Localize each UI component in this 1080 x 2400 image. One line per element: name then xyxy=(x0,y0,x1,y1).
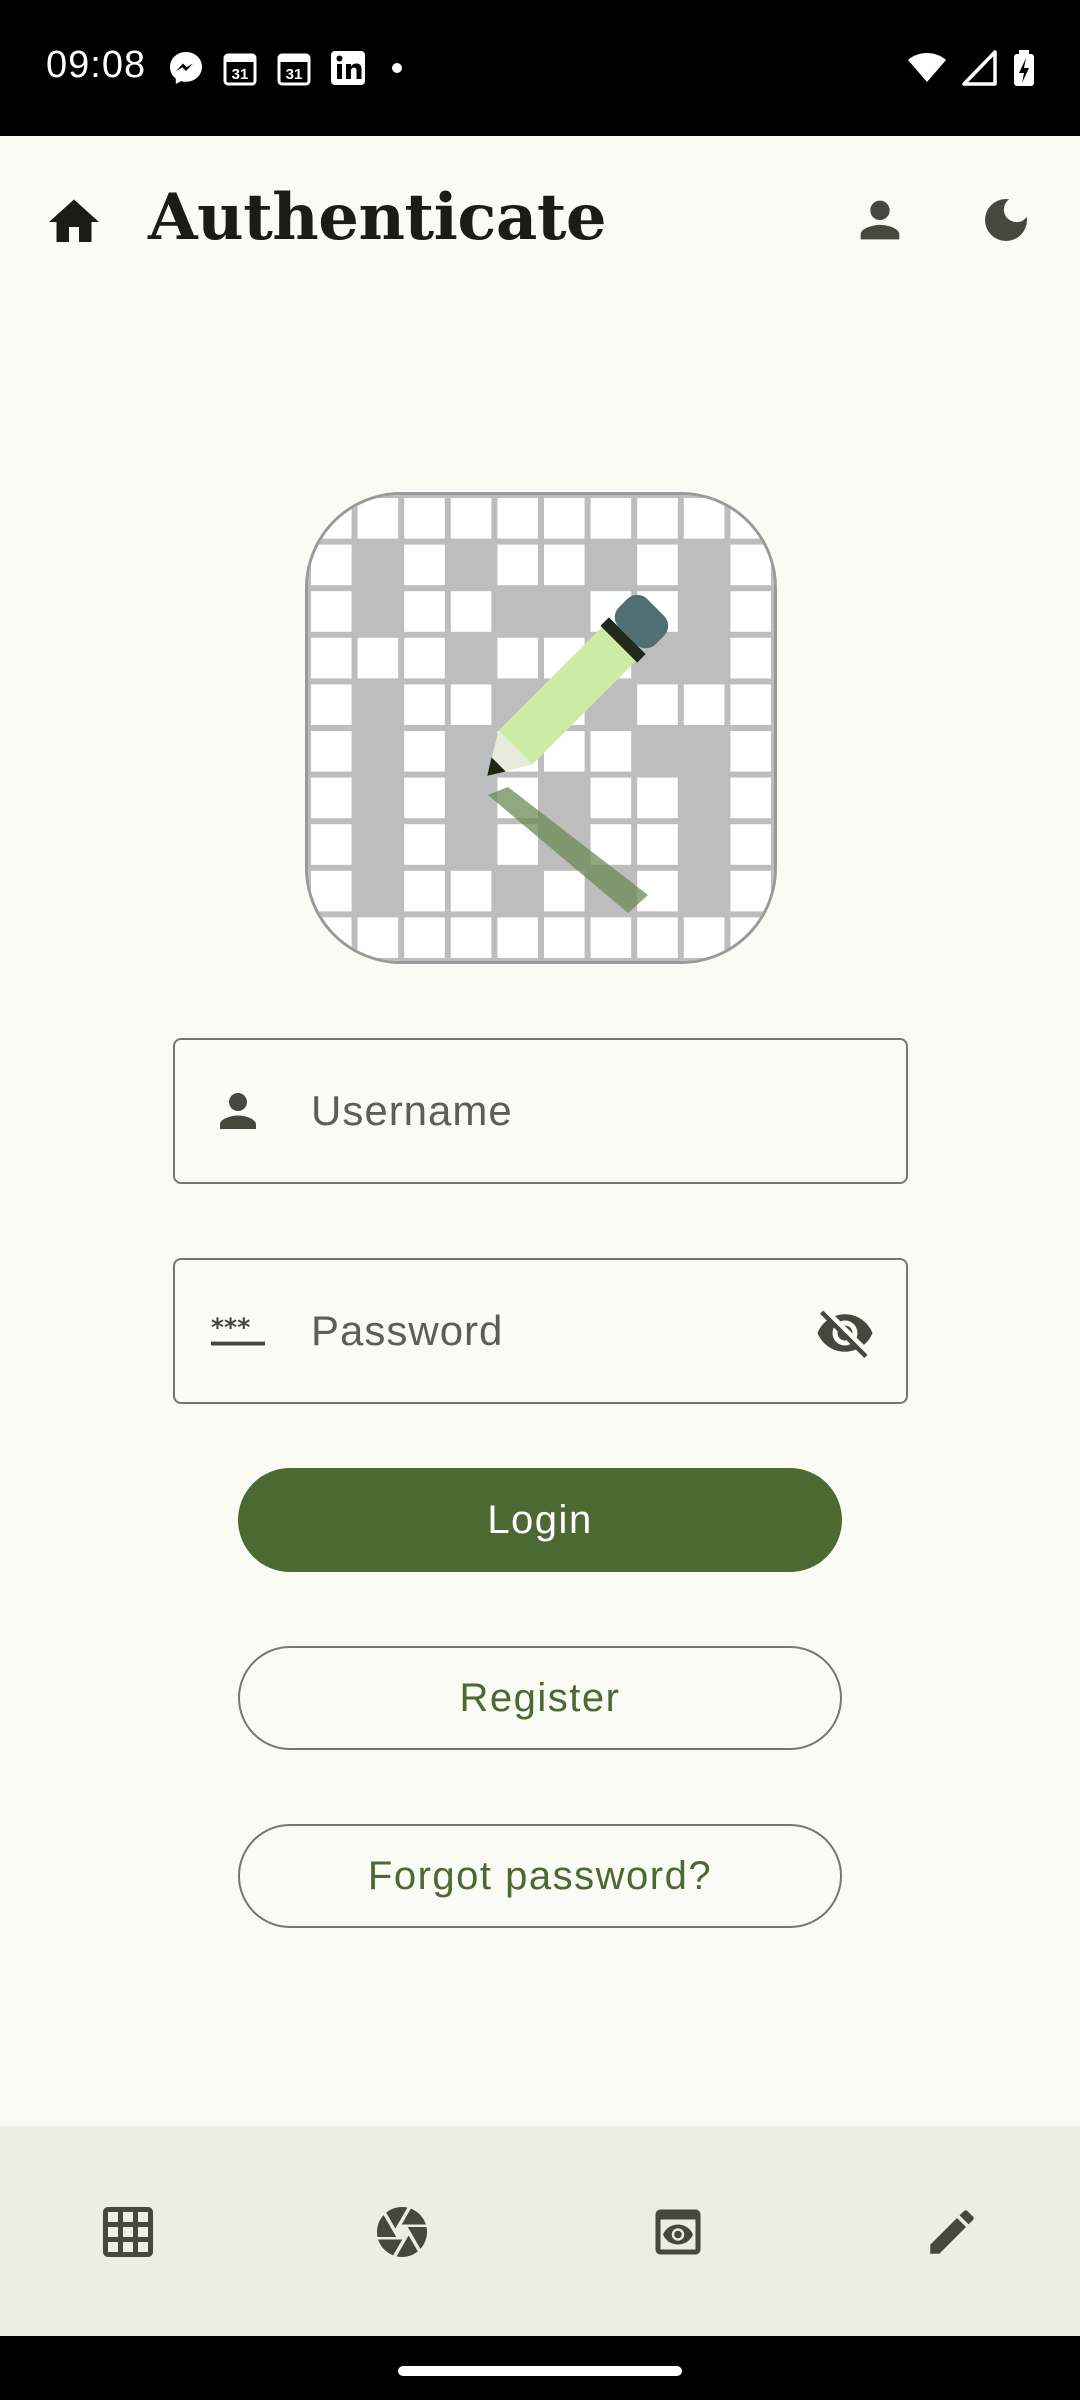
svg-text:***: *** xyxy=(211,1313,250,1342)
messenger-icon xyxy=(166,48,206,88)
username-field[interactable] xyxy=(173,1038,908,1184)
calendar-icon: 31 xyxy=(274,48,314,88)
person-icon xyxy=(209,1082,267,1140)
calendar-day: 31 xyxy=(286,66,303,83)
wifi-icon xyxy=(906,48,948,93)
visibility-off-icon[interactable] xyxy=(814,1302,876,1364)
nav-edit[interactable] xyxy=(916,2196,988,2268)
home-button[interactable] xyxy=(40,188,108,256)
calendar-day: 31 xyxy=(232,66,249,83)
crossword-pencil-logo xyxy=(305,492,777,964)
preview-icon xyxy=(655,2209,701,2255)
person-icon xyxy=(860,200,900,240)
battery-charging-icon xyxy=(1012,48,1036,93)
crossword-grid xyxy=(308,495,774,961)
forgot-password-button[interactable]: Forgot password? xyxy=(238,1824,842,1928)
calendar-icon: 31 xyxy=(220,48,260,88)
theme-toggle-button[interactable] xyxy=(972,186,1040,254)
system-icons xyxy=(906,48,1036,93)
linkedin-icon xyxy=(328,48,368,88)
signal-icon xyxy=(962,48,998,93)
login-button[interactable]: Login xyxy=(238,1468,842,1572)
nav-preview[interactable] xyxy=(642,2196,714,2268)
nav-camera[interactable] xyxy=(366,2196,438,2268)
camera-shutter-icon xyxy=(377,2207,427,2257)
home-gesture-handle[interactable] xyxy=(398,2366,682,2376)
top-app-bar: Authenticate xyxy=(0,136,1080,304)
password-input[interactable] xyxy=(311,1260,791,1402)
nav-grid[interactable] xyxy=(92,2196,164,2268)
bottom-navigation xyxy=(0,2126,1080,2336)
dot-icon xyxy=(382,48,412,88)
password-field[interactable]: *** xyxy=(173,1258,908,1404)
gesture-bar xyxy=(0,2336,1080,2400)
profile-button[interactable] xyxy=(846,186,914,254)
page-title: Authenticate xyxy=(148,180,607,255)
status-time: 09:08 xyxy=(46,44,147,86)
register-button[interactable]: Register xyxy=(238,1646,842,1750)
password-icon: *** xyxy=(209,1302,267,1360)
edit-icon xyxy=(930,2210,974,2254)
notification-icons: 31 31 xyxy=(166,48,412,88)
dark-mode-icon xyxy=(985,199,1027,241)
grid-icon xyxy=(103,2207,153,2257)
username-input[interactable] xyxy=(311,1040,791,1182)
home-icon xyxy=(49,199,99,242)
status-bar: 09:08 31 31 xyxy=(0,0,1080,136)
